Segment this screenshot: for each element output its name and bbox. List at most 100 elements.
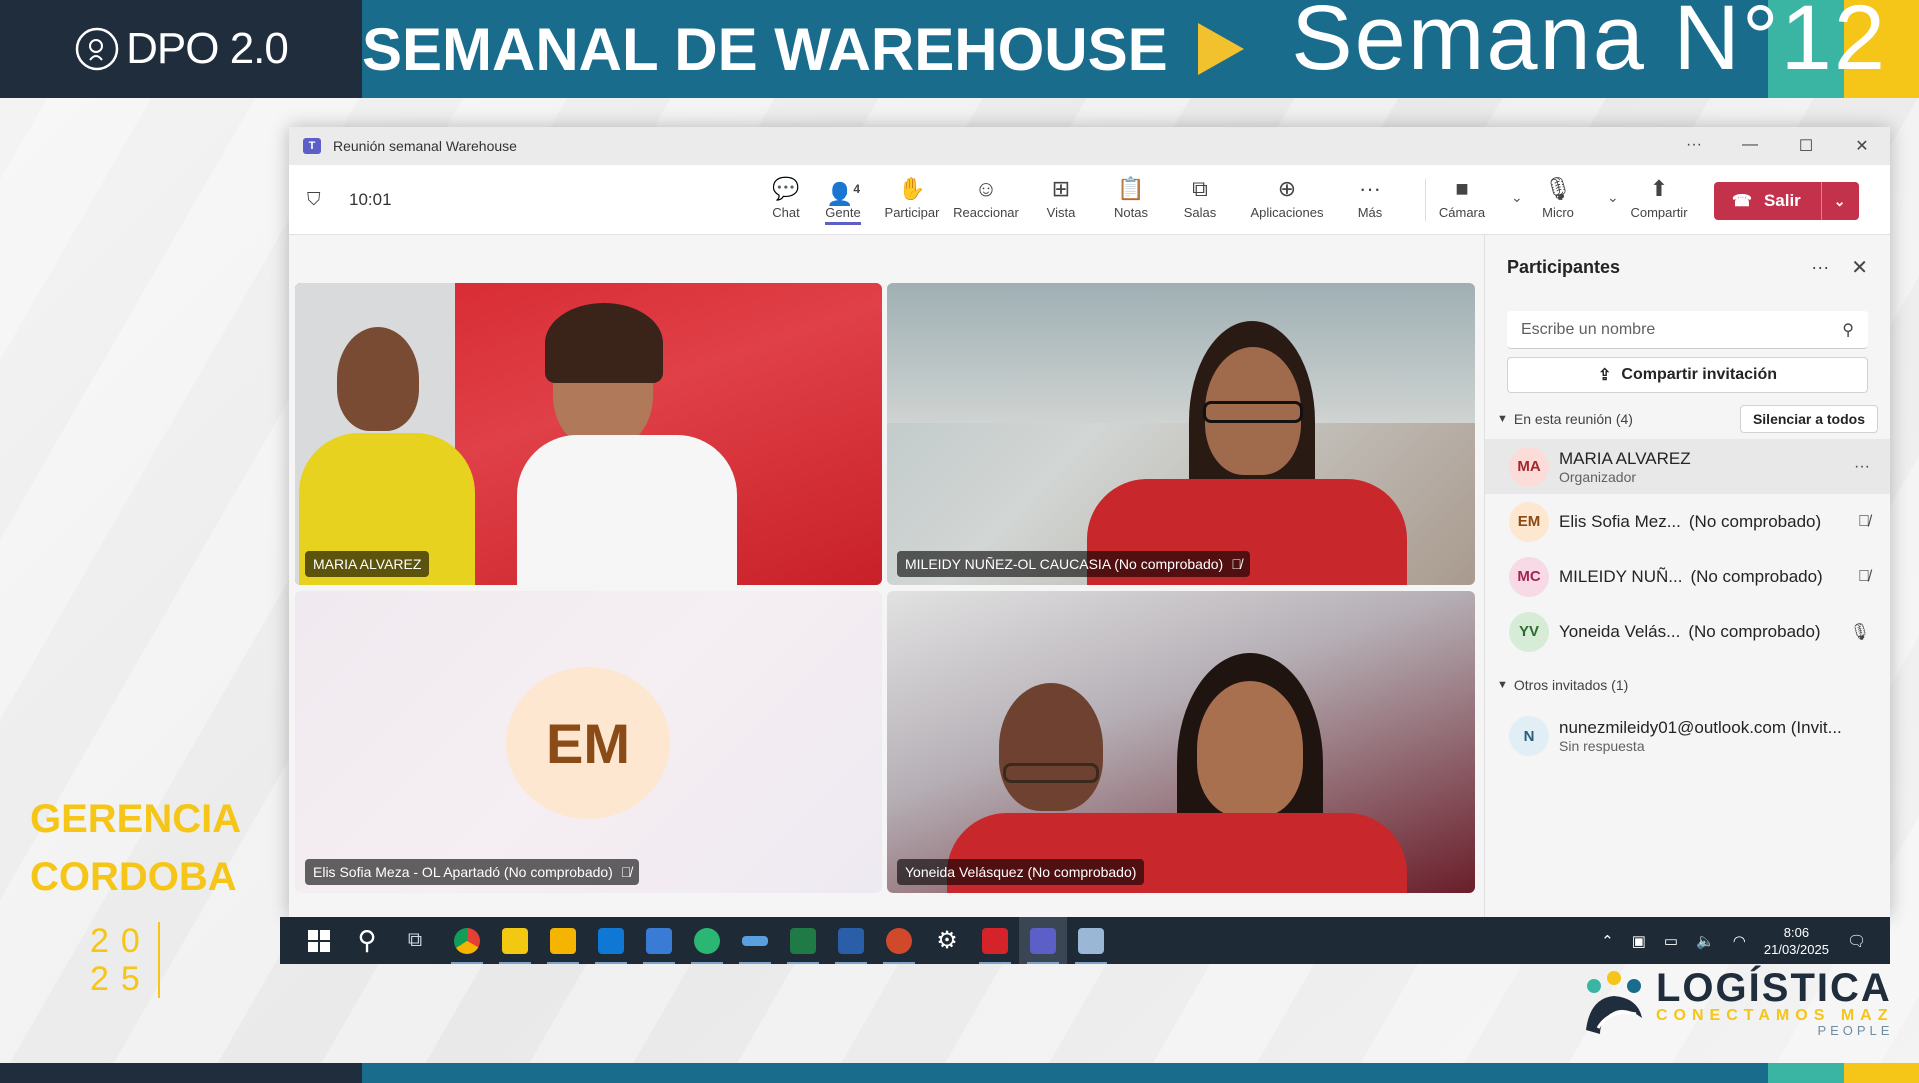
share-screen-button[interactable]: ⬆ Compartir <box>1619 173 1699 220</box>
year-top: 20 <box>90 922 152 960</box>
avatar-em: EM <box>506 667 670 819</box>
participant-row[interactable]: YV Yoneida Velás... (No comprobado) 🎙 <box>1485 604 1890 659</box>
tile-name-tag: Yoneida Velásquez (No comprobado) <box>897 859 1145 885</box>
notifications-icon[interactable]: 🗨 <box>1847 932 1866 950</box>
camera-options-chevron-icon[interactable]: ⌄ <box>1511 189 1523 206</box>
muted-mic-icon[interactable]: 🎙̸ <box>1858 568 1870 586</box>
invited-row[interactable]: N nunezmileidy01@outlook.com (Invit... Si… <box>1485 705 1890 767</box>
others-section[interactable]: ▼ Otros invitados (1) <box>1485 665 1890 705</box>
mic-icon[interactable]: 🎙 <box>1850 622 1870 642</box>
network-status-icon[interactable]: ▣ <box>1632 932 1646 950</box>
meeting-toolbar: ⛉ 10:01 💬 Chat 👤4 Gente ✋ Participar ☺ Reacc… <box>289 165 1890 235</box>
share-invite-button[interactable]: ⇪ Compartir invitación <box>1507 357 1868 393</box>
participant-search-input[interactable]: Escribe un nombre ⚲ <box>1507 311 1868 349</box>
video-tile-maria[interactable]: MARIA ALVAREZ <box>295 283 882 585</box>
shield-icon: ⛉ <box>307 188 321 209</box>
react-button[interactable]: ☺ Reaccionar <box>951 173 1021 220</box>
close-icon[interactable]: ✕ <box>1851 255 1868 280</box>
mic-options-chevron-icon[interactable]: ⌄ <box>1607 189 1619 206</box>
teams-taskbar-icon[interactable] <box>1019 917 1067 964</box>
acrobat-icon[interactable] <box>971 917 1019 964</box>
system-tray: ⌃ ▣ ▭ 🔈 ◠ 8:06 21/03/2025 🗨 <box>1601 924 1866 958</box>
glasses-icon <box>1203 401 1303 423</box>
participant-video <box>999 683 1103 811</box>
teams-icon: T <box>303 138 321 154</box>
task-view-icon[interactable]: ⧉ <box>391 917 439 964</box>
video-tile-mileidy[interactable]: MILEIDY NUÑEZ-OL CAUCASIA (No comprobado… <box>887 283 1475 585</box>
window-title: Reunión semanal Warehouse <box>333 138 517 154</box>
remote-app-icon[interactable] <box>1067 917 1115 964</box>
search-icon[interactable]: ⚲ <box>343 917 391 964</box>
camera-icon: ■ <box>1455 176 1469 201</box>
hang-up-icon: ☎ <box>1732 193 1752 210</box>
collapse-triangle-icon: ▼ <box>1497 413 1508 425</box>
close-window-button[interactable]: ✕ <box>1834 136 1890 156</box>
more-button[interactable]: ··· Más <box>1335 173 1405 220</box>
app-stripe-icon[interactable] <box>731 917 779 964</box>
apps-button[interactable]: ⊕ Aplicaciones <box>1242 173 1332 220</box>
rooms-button[interactable]: ⧉ Salas <box>1165 173 1235 220</box>
outlook-icon[interactable] <box>587 917 635 964</box>
video-tile-elis[interactable]: EM Elis Sofia Meza - OL Apartadó (No com… <box>295 591 882 893</box>
leave-button[interactable]: ☎ Salir ⌄ <box>1714 182 1859 220</box>
minimize-button[interactable]: — <box>1722 136 1778 156</box>
notes-button[interactable]: 📋 Notas <box>1096 173 1166 220</box>
search-icon: ⚲ <box>1842 321 1854 339</box>
participant-row[interactable]: EM Elis Sofia Mez... (No comprobado) 🎙̸ <box>1485 494 1890 549</box>
gerencia-label: GERENCIA CORDOBA <box>30 790 241 906</box>
battery-icon[interactable]: ▭ <box>1664 932 1678 950</box>
participant-more-icon[interactable]: ··· <box>1854 458 1870 476</box>
edge-icon[interactable] <box>683 917 731 964</box>
dpo-head-icon <box>75 27 119 71</box>
raise-hand-button[interactable]: ✋ Participar <box>877 173 947 220</box>
participant-row[interactable]: MA MARIA ALVAREZ Organizador ··· <box>1485 439 1890 494</box>
mic-button[interactable]: 🎙 Micro <box>1523 173 1593 220</box>
people-icon: 👤4 <box>825 181 861 207</box>
windows-taskbar: ⚲ ⧉ ⚙ ⌃ ▣ ▭ 🔈 ◠ 8:06 21/03/2025 🗨 <box>280 917 1890 964</box>
view-button[interactable]: ⊞ Vista <box>1026 173 1096 220</box>
app-grid-icon[interactable] <box>635 917 683 964</box>
muted-mic-icon: 🎙̸ <box>620 864 632 880</box>
participant-video <box>337 327 419 431</box>
in-meeting-section[interactable]: ▼ En esta reunión (4) Silenciar a todos <box>1485 399 1890 439</box>
header-banner: DPO 2.0 SEMANAL DE WAREHOUSE Semana N°12 <box>0 0 1919 98</box>
view-icon: ⊞ <box>1051 176 1071 201</box>
clock[interactable]: 8:06 21/03/2025 <box>1764 924 1829 958</box>
gerencia-line2: CORDOBA <box>30 855 237 899</box>
muted-mic-icon[interactable]: 🎙̸ <box>1858 513 1870 531</box>
avatar: YV <box>1509 611 1549 652</box>
avatar: EM <box>1509 501 1549 542</box>
muted-mic-icon: 🎙̸ <box>1231 556 1242 572</box>
people-button[interactable]: 👤4 Gente <box>808 173 878 225</box>
collapse-triangle-icon: ▼ <box>1497 679 1508 691</box>
mic-icon: 🎙 <box>1544 176 1572 201</box>
settings-icon[interactable]: ⚙ <box>923 917 971 964</box>
maximize-button[interactable]: ☐ <box>1778 136 1834 156</box>
window-more-button[interactable]: ··· <box>1666 136 1722 156</box>
panel-more-icon[interactable]: ··· <box>1811 257 1829 278</box>
tile-name-tag: MARIA ALVAREZ <box>305 551 430 577</box>
wifi-icon[interactable]: ◠ <box>1733 932 1746 950</box>
volume-icon[interactable]: 🔈 <box>1696 932 1715 950</box>
participants-panel: Participantes ··· ✕ Escribe un nombre ⚲ … <box>1484 235 1890 917</box>
start-icon <box>308 929 330 952</box>
chrome-icon[interactable] <box>443 917 491 964</box>
powerpoint-icon[interactable] <box>875 917 923 964</box>
start-button[interactable] <box>295 917 343 964</box>
mute-all-button[interactable]: Silenciar a todos <box>1739 405 1878 433</box>
leave-options-chevron-icon[interactable]: ⌄ <box>1834 193 1846 210</box>
word-icon[interactable] <box>827 917 875 964</box>
people-count-badge: 4 <box>853 182 861 196</box>
avatar: MA <box>1509 446 1549 487</box>
video-tile-yoneida[interactable]: Yoneida Velásquez (No comprobado) <box>887 591 1475 893</box>
leave-label: Salir <box>1763 191 1801 210</box>
file-explorer-icon[interactable] <box>539 917 587 964</box>
participant-row[interactable]: MC MILEIDY NUÑ... (No comprobado) 🎙̸ <box>1485 549 1890 604</box>
gerencia-line1: GERENCIA <box>30 797 242 841</box>
notes-icon: 📋 <box>1117 176 1145 201</box>
panel-title: Participantes <box>1507 256 1621 277</box>
powerbi-icon[interactable] <box>491 917 539 964</box>
excel-icon[interactable] <box>779 917 827 964</box>
camera-button[interactable]: ■ Cámara <box>1427 173 1497 220</box>
chevron-up-icon[interactable]: ⌃ <box>1601 932 1614 950</box>
